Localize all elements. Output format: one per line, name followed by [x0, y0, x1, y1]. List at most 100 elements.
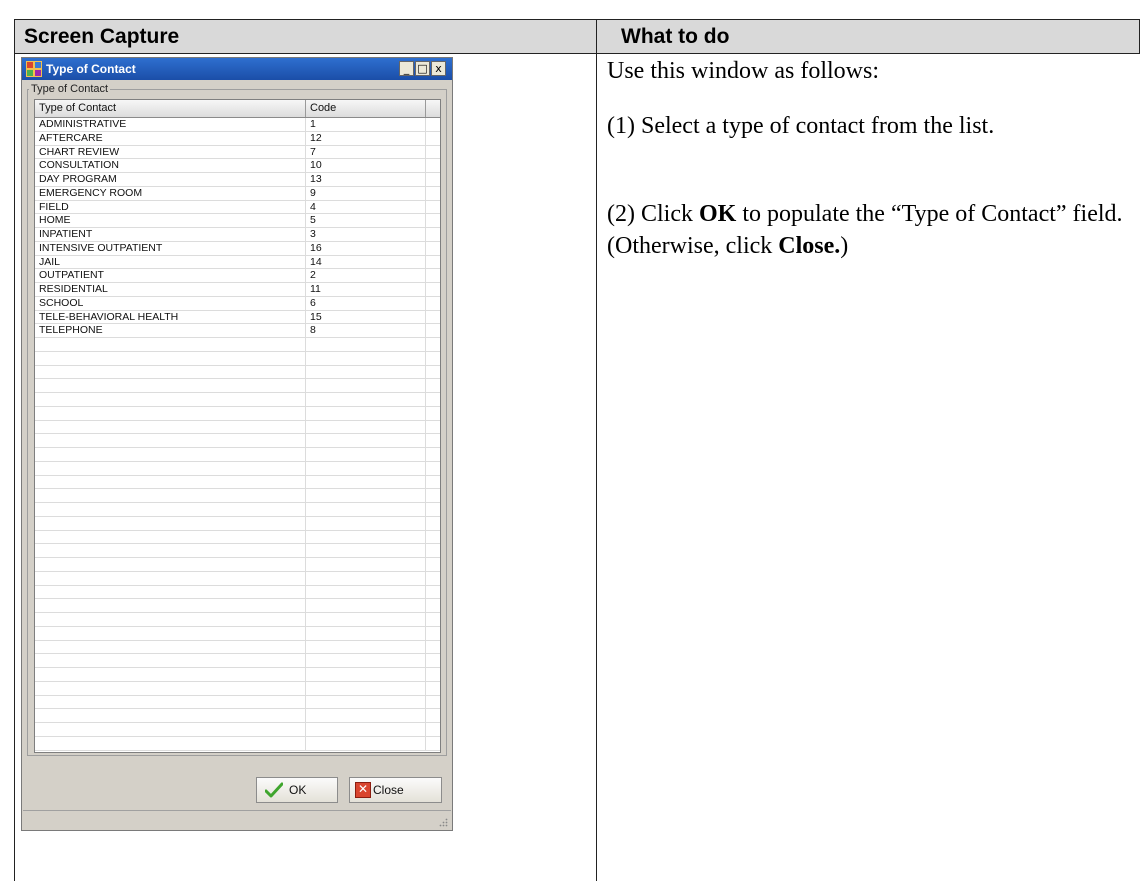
cell-code [306, 489, 426, 502]
minimize-button[interactable]: _ [399, 61, 414, 76]
cell-type: RESIDENTIAL [35, 283, 306, 296]
table-row[interactable]: HOME 5 [35, 214, 440, 228]
table-row[interactable]: SCHOOL 6 [35, 296, 440, 311]
cell-code: 13 [306, 173, 426, 186]
cell-code [306, 420, 426, 434]
cell-type: CHART REVIEW [35, 145, 306, 159]
empty-row [35, 709, 440, 723]
cell-type [35, 420, 306, 434]
column-header-code[interactable]: Code [306, 100, 426, 117]
cell-code [306, 475, 426, 489]
empty-row [35, 723, 440, 737]
step2-ok-label: OK [698, 201, 737, 227]
cell-code [306, 434, 426, 447]
table-row[interactable]: CONSULTATION 10 [35, 159, 440, 173]
table-row[interactable]: TELEPHONE 8 [35, 324, 440, 338]
empty-row [35, 503, 440, 517]
empty-row [35, 654, 440, 668]
table-border-right [1139, 19, 1140, 53]
table-border-left [14, 19, 15, 881]
column-header-type[interactable]: Type of Contact [35, 100, 306, 117]
cell-code: 9 [306, 186, 426, 200]
table-row[interactable]: AFTERCARE 12 [35, 131, 440, 146]
cell-type [35, 338, 306, 351]
cell-type: CONSULTATION [35, 159, 306, 172]
table-row[interactable]: JAIL 14 [35, 255, 440, 270]
cell-code [306, 668, 426, 681]
table-border-middle [596, 19, 597, 881]
cell-code [306, 640, 426, 654]
cell-type: SCHOOL [35, 296, 306, 310]
step2-prefix: (2) Click [607, 201, 699, 227]
cell-code [306, 736, 426, 750]
cell-type [35, 503, 306, 516]
header-screen-capture: Screen Capture [24, 25, 180, 48]
empty-row [35, 434, 440, 448]
table-row[interactable]: OUTPATIENT 2 [35, 269, 440, 283]
empty-row [35, 571, 440, 586]
cell-code: 2 [306, 269, 426, 282]
column-header-filler [426, 100, 440, 117]
cell-type [35, 393, 306, 406]
window-controls: _ □ x [398, 61, 446, 77]
close-window-button[interactable]: x [431, 61, 446, 76]
grid-body: ADMINISTRATIVE 1 AFTERCARE 12 CHART REVIEW 7 C… [35, 118, 440, 751]
empty-row [35, 338, 440, 352]
status-bar [23, 810, 451, 830]
cell-type [35, 489, 306, 502]
cell-code [306, 406, 426, 420]
empty-row [35, 585, 440, 600]
cell-type [35, 544, 306, 557]
cell-type [35, 640, 306, 654]
table-row[interactable]: CHART REVIEW 7 [35, 145, 440, 160]
table-row[interactable]: RESIDENTIAL 11 [35, 283, 440, 297]
cell-type [35, 379, 306, 392]
empty-row [35, 406, 440, 421]
cell-code [306, 626, 426, 640]
empty-row [35, 613, 440, 627]
table-row[interactable]: EMERGENCY ROOM 9 [35, 186, 440, 201]
cell-code: 7 [306, 145, 426, 159]
resize-grip-icon[interactable] [438, 818, 448, 828]
cell-code [306, 723, 426, 736]
table-header-row: Screen Capture What to do [14, 19, 1140, 54]
cell-code: 5 [306, 214, 426, 227]
cell-code [306, 558, 426, 571]
cell-type [35, 668, 306, 681]
cell-type [35, 613, 306, 626]
cell-type [35, 475, 306, 489]
table-row[interactable]: FIELD 4 [35, 200, 440, 215]
cell-type [35, 626, 306, 640]
cell-code [306, 338, 426, 351]
contact-type-grid[interactable]: Type of Contact Code ADMINISTRATIVE 1 AFTE… [34, 99, 441, 753]
table-row[interactable]: ADMINISTRATIVE 1 [35, 118, 440, 132]
cell-code: 11 [306, 283, 426, 296]
groupbox-label: Type of Contact [29, 82, 111, 96]
cell-code [306, 365, 426, 379]
close-button[interactable]: ✕ Close [349, 777, 442, 803]
cell-type [35, 695, 306, 709]
cell-code [306, 544, 426, 557]
instruction-step-1: (1) Select a type of contact from the li… [607, 113, 995, 139]
header-what-to-do: What to do [621, 25, 730, 48]
maximize-button[interactable]: □ [415, 61, 430, 76]
ok-button[interactable]: OK [256, 777, 338, 803]
empty-row [35, 365, 440, 380]
table-row[interactable]: INTENSIVE OUTPATIENT 16 [35, 241, 440, 256]
cell-type: JAIL [35, 255, 306, 269]
cell-code [306, 461, 426, 475]
table-row[interactable]: INPATIENT 3 [35, 228, 440, 242]
cell-code [306, 613, 426, 626]
cell-type [35, 709, 306, 722]
cell-type: HOME [35, 214, 306, 227]
cell-type [35, 571, 306, 585]
empty-row [35, 681, 440, 696]
empty-row [35, 393, 440, 407]
cell-type: ADMINISTRATIVE [35, 118, 306, 131]
table-row[interactable]: TELE-BEHAVIORAL HEALTH 15 [35, 310, 440, 325]
instruction-step-2: (2) Click OK to populate the “Type of Co… [607, 198, 1127, 262]
dialog-titlebar[interactable]: Type of Contact _ □ x [22, 58, 452, 80]
ok-label: OK [289, 783, 307, 797]
table-row[interactable]: DAY PROGRAM 13 [35, 173, 440, 187]
cell-code: 1 [306, 118, 426, 131]
